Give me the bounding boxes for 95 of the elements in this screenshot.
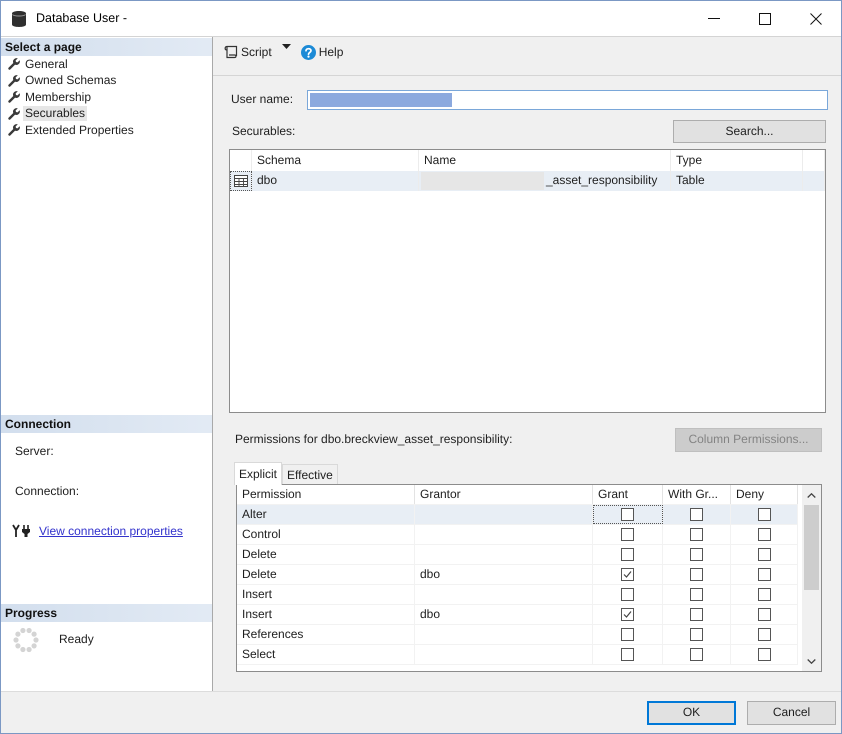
column-header[interactable]: Grant: [598, 486, 628, 502]
connection-properties-link[interactable]: View connection properties: [39, 524, 183, 538]
checkbox[interactable]: [621, 628, 634, 641]
section-header: Connection: [1, 415, 212, 433]
table-cell: Control: [242, 526, 281, 542]
help-button[interactable]: Help: [298, 44, 346, 60]
wrench-icon: [8, 124, 20, 136]
table-cell: Insert: [242, 586, 272, 602]
checkbox[interactable]: [621, 568, 634, 581]
checkbox[interactable]: [758, 628, 770, 641]
search-button[interactable]: Search...: [673, 120, 826, 143]
table-cell: dbo: [420, 566, 440, 582]
window-title: Database User -: [36, 10, 128, 27]
user-name-field[interactable]: [307, 90, 828, 110]
spinner-icon: [13, 627, 39, 653]
table-cell: Delete: [242, 546, 277, 562]
permission-row[interactable]: Insert dbo: [237, 605, 798, 625]
column-header[interactable]: Deny: [736, 486, 764, 502]
checkbox[interactable]: [690, 608, 703, 621]
permission-row[interactable]: Insert: [237, 585, 798, 605]
field-label: User name:: [230, 92, 294, 108]
column-header[interactable]: Name: [424, 152, 456, 168]
checkbox[interactable]: [690, 508, 703, 521]
sidebar-item[interactable]: Membership: [23, 90, 94, 105]
checkbox[interactable]: [690, 628, 703, 641]
permission-row[interactable]: Control: [237, 525, 798, 545]
checkbox[interactable]: [621, 588, 634, 601]
scrollbar-thumb[interactable]: [804, 505, 819, 590]
database-icon: [11, 10, 27, 28]
securable-row[interactable]: dbo _asset_responsibility Table: [230, 171, 825, 191]
table-cell: Select: [242, 646, 276, 662]
permission-row[interactable]: Delete dbo: [237, 565, 798, 585]
chevron-up-icon: [807, 492, 816, 498]
permissions-label: Permissions for dbo.breckview_asset_responsibility:: [235, 432, 512, 448]
sidebar-item[interactable]: General: [23, 56, 70, 72]
sidebar-item[interactable]: Securables: [23, 106, 88, 122]
section-header: Progress: [1, 604, 212, 622]
column-header[interactable]: Type: [676, 152, 702, 168]
permission-row[interactable]: Delete: [237, 545, 798, 565]
column-header[interactable]: With Gr...: [668, 486, 718, 502]
wrench-icon: [8, 74, 20, 87]
ok-button[interactable]: OK: [647, 700, 736, 724]
checkbox[interactable]: [690, 588, 703, 601]
table-cell: Insert: [242, 606, 272, 622]
checkbox[interactable]: [758, 648, 770, 661]
checkbox[interactable]: [621, 548, 634, 561]
caret-icon: [282, 44, 291, 49]
permission-row[interactable]: Alter: [237, 505, 798, 525]
help-icon: [300, 44, 316, 60]
column-header[interactable]: Grantor: [420, 486, 461, 502]
tab[interactable]: Explicit: [234, 462, 282, 485]
checkbox[interactable]: [690, 568, 703, 581]
permission-row[interactable]: Select: [237, 645, 798, 665]
scroll-icon: [223, 45, 238, 59]
checkbox[interactable]: [621, 528, 634, 541]
section-header: Select a page: [1, 38, 212, 56]
checkbox[interactable]: [621, 508, 634, 521]
column-header[interactable]: Schema: [257, 152, 302, 168]
checkbox[interactable]: [758, 608, 770, 621]
maximize-icon: [758, 12, 770, 24]
chevron-down-icon: [807, 658, 816, 664]
checkbox[interactable]: [690, 548, 703, 561]
wrench-icon: [8, 58, 20, 70]
script-button[interactable]: Script: [221, 44, 274, 60]
sidebar-item[interactable]: Owned Schemas: [23, 73, 118, 88]
table-cell: Delete: [242, 566, 277, 582]
wrench-icon: [8, 91, 20, 104]
table-cell: Alter: [242, 506, 267, 522]
column-header[interactable]: Permission: [242, 486, 302, 502]
table-icon: [234, 175, 248, 187]
sidebar-item[interactable]: Extended Properties: [23, 122, 136, 138]
field-label: Server:: [15, 444, 54, 458]
table-cell: Table: [676, 173, 705, 189]
checkbox[interactable]: [758, 548, 770, 561]
cancel-button[interactable]: Cancel: [747, 700, 836, 724]
permission-row[interactable]: References: [237, 625, 798, 645]
checkbox[interactable]: [758, 528, 770, 541]
checkbox[interactable]: [621, 648, 634, 661]
field-label: Connection:: [15, 484, 80, 498]
wrench-icon: [8, 108, 20, 120]
table-cell: dbo: [420, 606, 440, 622]
plugs-icon: [12, 524, 33, 538]
checkbox[interactable]: [758, 588, 770, 601]
status-text: Ready: [59, 632, 94, 648]
checkbox[interactable]: [758, 568, 770, 581]
close-icon: [810, 12, 822, 24]
checkbox[interactable]: [621, 608, 634, 621]
table-cell: dbo: [257, 173, 278, 189]
checkbox[interactable]: [690, 648, 703, 661]
checkbox[interactable]: [758, 508, 770, 521]
tab[interactable]: Effective: [282, 464, 338, 484]
field-label: Securables:: [231, 124, 296, 140]
table-cell: _asset_responsibility: [546, 173, 658, 189]
checkbox[interactable]: [690, 528, 703, 541]
table-cell: References: [242, 626, 304, 642]
